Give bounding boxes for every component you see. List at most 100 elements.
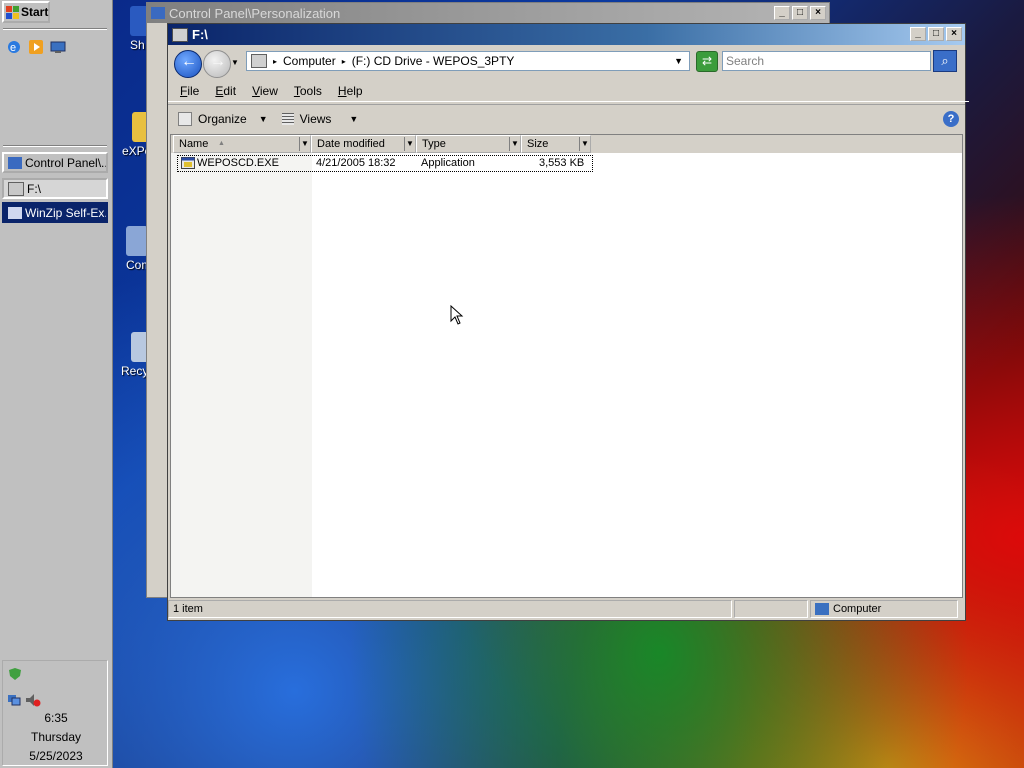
column-dropdown-icon[interactable]: ▼ — [509, 137, 520, 151]
column-header-type[interactable]: Type ▼ — [416, 135, 521, 153]
start-button[interactable]: Start — [2, 1, 50, 23]
column-header-size[interactable]: Size ▼ — [521, 135, 591, 153]
drive-icon — [8, 181, 24, 196]
menu-label: elp — [346, 84, 363, 98]
views-icon — [281, 113, 294, 125]
column-label: Name — [179, 138, 209, 150]
taskbar-button-control-panel[interactable]: Control Panel\... — [2, 152, 108, 173]
forward-arrow-icon: → — [210, 53, 226, 70]
start-label: Start — [21, 5, 49, 19]
menu-tools[interactable]: Tools — [286, 84, 330, 98]
menu-accelerator: H — [337, 84, 347, 98]
refresh-icon: ⇄ — [701, 54, 713, 68]
column-header-date[interactable]: Date modified ▼ — [311, 135, 416, 153]
file-size: 3,553 KB — [539, 157, 585, 169]
svg-text:e: e — [10, 42, 16, 54]
maximize-button[interactable]: □ — [928, 27, 944, 41]
column-label: Type — [422, 138, 446, 150]
address-bar[interactable]: ▸ Computer ▸ (F:) CD Drive - WEPOS_3PTY … — [246, 51, 690, 71]
navigation-pane — [171, 153, 312, 597]
command-bar: Organize ▼ Views ▼ ? — [168, 104, 965, 133]
network-icon[interactable] — [7, 693, 21, 710]
file-list[interactable]: Name ▲ ▼ Date modified ▼ Type ▼ Size ▼ W… — [170, 134, 963, 598]
search-icon: ⌕ — [941, 53, 949, 68]
chevron-right-icon[interactable]: ▸ — [342, 57, 346, 66]
menu-accelerator: V — [252, 84, 260, 98]
control-panel-title-bar[interactable]: Control Panel\Personalization — [147, 3, 829, 23]
menu-label: dit — [223, 84, 237, 98]
internet-explorer-icon[interactable]: e — [6, 39, 22, 55]
chevron-right-icon[interactable]: ▸ — [273, 57, 277, 66]
volume-muted-icon[interactable] — [25, 693, 41, 710]
taskbar-button-f-drive[interactable]: F:\ — [2, 178, 108, 199]
control-panel-icon — [151, 7, 165, 19]
views-button[interactable]: Views ▼ — [281, 112, 359, 126]
close-button[interactable]: × — [810, 6, 826, 20]
menu-edit[interactable]: Edit — [207, 84, 244, 98]
back-arrow-icon: ← — [181, 53, 197, 70]
organize-button[interactable]: Organize ▼ — [178, 112, 268, 126]
column-label: Size — [527, 138, 549, 150]
computer-icon — [815, 603, 829, 615]
minimize-button[interactable]: _ — [774, 6, 790, 20]
show-desktop-icon[interactable] — [50, 39, 66, 55]
refresh-button[interactable]: ⇄ — [696, 51, 718, 72]
column-dropdown-icon[interactable]: ▼ — [299, 137, 310, 151]
menu-label: ile — [187, 84, 200, 98]
application-icon — [181, 157, 195, 174]
divider — [3, 28, 107, 30]
cd-drive-icon — [172, 27, 188, 42]
maximize-button[interactable]: □ — [792, 6, 808, 20]
search-input[interactable]: Search — [722, 51, 931, 71]
file-row[interactable]: WEPOSCD.EXE 4/21/2005 18:32 Application … — [177, 155, 593, 172]
sort-ascending-icon: ▲ — [218, 140, 225, 147]
media-player-icon[interactable] — [28, 39, 44, 55]
window-title: F:\ — [192, 27, 208, 42]
search-button[interactable]: ⌕ — [933, 50, 957, 72]
column-dropdown-icon[interactable]: ▼ — [404, 137, 415, 151]
menu-file[interactable]: File — [172, 84, 207, 98]
menu-view[interactable]: View — [244, 84, 286, 98]
menu-help[interactable]: Help — [330, 84, 371, 98]
clock-date: 5/25/2023 — [29, 749, 83, 763]
minimize-button[interactable]: _ — [910, 27, 926, 41]
clock-time[interactable]: 6:35 — [3, 711, 109, 725]
views-label: Views — [299, 112, 332, 126]
breadcrumb-computer[interactable]: Computer — [283, 54, 336, 68]
status-item-count: 1 item — [168, 600, 732, 618]
computer-icon — [126, 226, 148, 256]
status-panel-empty — [734, 600, 808, 618]
security-shield-icon[interactable] — [8, 667, 22, 684]
explorer-window[interactable]: F:\ _ □ × ← → ▼ ▸ Computer ▸ (F:) CD Dri… — [167, 23, 969, 621]
divider — [3, 145, 107, 147]
help-button[interactable]: ? — [943, 111, 959, 127]
caption-buttons: _ □ × — [910, 27, 962, 41]
column-header-name[interactable]: Name ▲ ▼ — [173, 135, 311, 153]
chevron-down-icon: ▼ — [349, 114, 359, 124]
taskbar-button-label: Control Panel\... — [25, 155, 108, 170]
close-button[interactable]: × — [946, 27, 962, 41]
status-bar: 1 item Computer — [168, 600, 965, 620]
column-headers: Name ▲ ▼ Date modified ▼ Type ▼ Size ▼ — [171, 135, 962, 153]
back-button[interactable]: ← — [174, 50, 202, 78]
breadcrumb-cd-drive[interactable]: (F:) CD Drive - WEPOS_3PTY — [352, 54, 515, 68]
winzip-icon — [8, 206, 22, 219]
organize-label: Organize — [198, 112, 247, 126]
recent-pages-dropdown[interactable]: ▼ — [231, 58, 239, 67]
status-label: Computer — [833, 603, 882, 615]
mouse-cursor-icon — [450, 304, 464, 328]
file-type: Application — [421, 157, 475, 169]
menu-bar: File Edit View Tools Help — [168, 81, 969, 102]
address-dropdown-icon[interactable]: ▼ — [674, 56, 683, 66]
taskbar-button-winzip[interactable]: WinZip Self-Ex... — [2, 202, 108, 223]
drive-icon — [251, 54, 267, 68]
window-title: Control Panel\Personalization — [169, 5, 341, 21]
taskbar-button-label: F:\ — [27, 181, 41, 196]
navigation-bar: ← → ▼ ▸ Computer ▸ (F:) CD Drive - WEPOS… — [168, 47, 965, 79]
forward-button[interactable]: → — [203, 50, 231, 78]
organize-icon — [178, 112, 192, 126]
control-panel-icon — [8, 156, 22, 169]
taskbar-button-label: WinZip Self-Ex... — [25, 205, 108, 220]
explorer-title-bar[interactable]: F:\ — [168, 24, 965, 45]
column-dropdown-icon[interactable]: ▼ — [579, 137, 590, 151]
